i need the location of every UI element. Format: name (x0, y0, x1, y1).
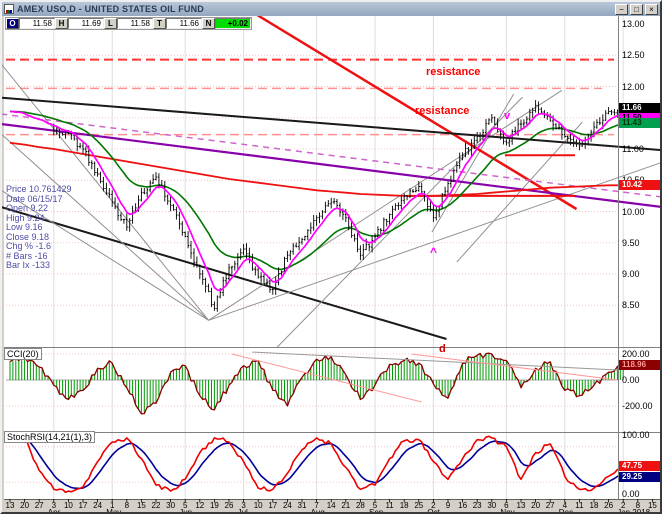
price-axis-badge: 11.43 (619, 118, 661, 128)
wave-marker-annotation[interactable]: ^ (430, 245, 437, 259)
resistance-annotation[interactable]: resistance (415, 105, 469, 117)
resistance-annotation[interactable]: resistance (426, 66, 480, 78)
price-axis-label: 13.00 (622, 19, 645, 29)
close-button[interactable]: × (645, 4, 658, 15)
month-axis-label: Aug (311, 508, 325, 514)
quote-field-value-h: 11.69 (68, 18, 104, 29)
price-axis-label: 10.00 (622, 207, 645, 217)
wave-marker-annotation[interactable]: v (504, 110, 510, 122)
info-row-barix: Bar Ix -133 (6, 261, 72, 271)
stochrsi-axis-label: 100.00 (622, 430, 650, 440)
cci-panel-label: CCI(20) (4, 348, 42, 360)
chart-canvas[interactable] (2, 2, 662, 514)
month-axis-label: May (106, 508, 121, 514)
month-axis-label: Oct (427, 508, 439, 514)
quote-field-label-l: L (104, 18, 117, 29)
quote-field-label-n: N (202, 18, 215, 29)
cci-axis-badge: 118.96 (619, 360, 661, 370)
stochrsi-axis-badge: 47.75 (619, 461, 661, 471)
price-axis-badge: 10.42 (619, 180, 661, 190)
bar-info-readout: Price 10.761429Date 06/15/17Open 9.22Hig… (6, 185, 72, 271)
month-axis-label: Apr (48, 508, 60, 514)
price-axis-label: 9.50 (622, 238, 640, 248)
quote-bar: O11.58H11.69L11.58T11.66N+0.02 (5, 17, 252, 30)
stochrsi-axis-badge: 29.25 (619, 472, 661, 482)
quote-field-label-o: O (6, 18, 19, 29)
month-axis-label: Jan 2018 (617, 508, 650, 514)
quote-field-value-l: 11.58 (117, 18, 153, 29)
quote-field-label-h: H (55, 18, 68, 29)
month-axis-label: Nov (500, 508, 514, 514)
stochrsi-panel-label: StochRSI(14,21(1),3) (4, 431, 95, 443)
cci-axis-label: 200.00 (622, 349, 650, 359)
divergence-annotation[interactable]: d (439, 343, 446, 355)
quote-field-value-n: +0.02 (215, 18, 251, 29)
app-icon (4, 4, 14, 14)
price-axis-badge: 11.66 (619, 103, 661, 113)
quote-field-value-t: 11.66 (166, 18, 202, 29)
window-title: AMEX USO,D - UNITED STATES OIL FUND (17, 4, 615, 14)
chart-window: AMEX USO,D - UNITED STATES OIL FUND − □ … (0, 0, 662, 514)
month-axis-label: Sep (369, 508, 383, 514)
price-axis-label: 11.00 (622, 144, 644, 154)
price-axis-label: 9.00 (622, 269, 640, 279)
window-titlebar[interactable]: AMEX USO,D - UNITED STATES OIL FUND − □ … (2, 2, 660, 16)
price-axis-label: 12.00 (622, 82, 645, 92)
maximize-button[interactable]: □ (630, 4, 643, 15)
price-axis-label: 12.50 (622, 50, 645, 60)
cci-axis-label: -200.00 (622, 401, 653, 411)
stochrsi-axis-label: 0.00 (622, 489, 640, 499)
month-axis-label: Dec (559, 508, 573, 514)
minimize-button[interactable]: − (615, 4, 628, 15)
quote-field-value-o: 11.58 (19, 18, 55, 29)
month-axis-label: Jun (179, 508, 192, 514)
quote-field-label-t: T (153, 18, 166, 29)
month-axis-label: Jul (238, 508, 248, 514)
cci-axis-label: 0.00 (622, 375, 640, 385)
price-axis-label: 8.50 (622, 300, 640, 310)
